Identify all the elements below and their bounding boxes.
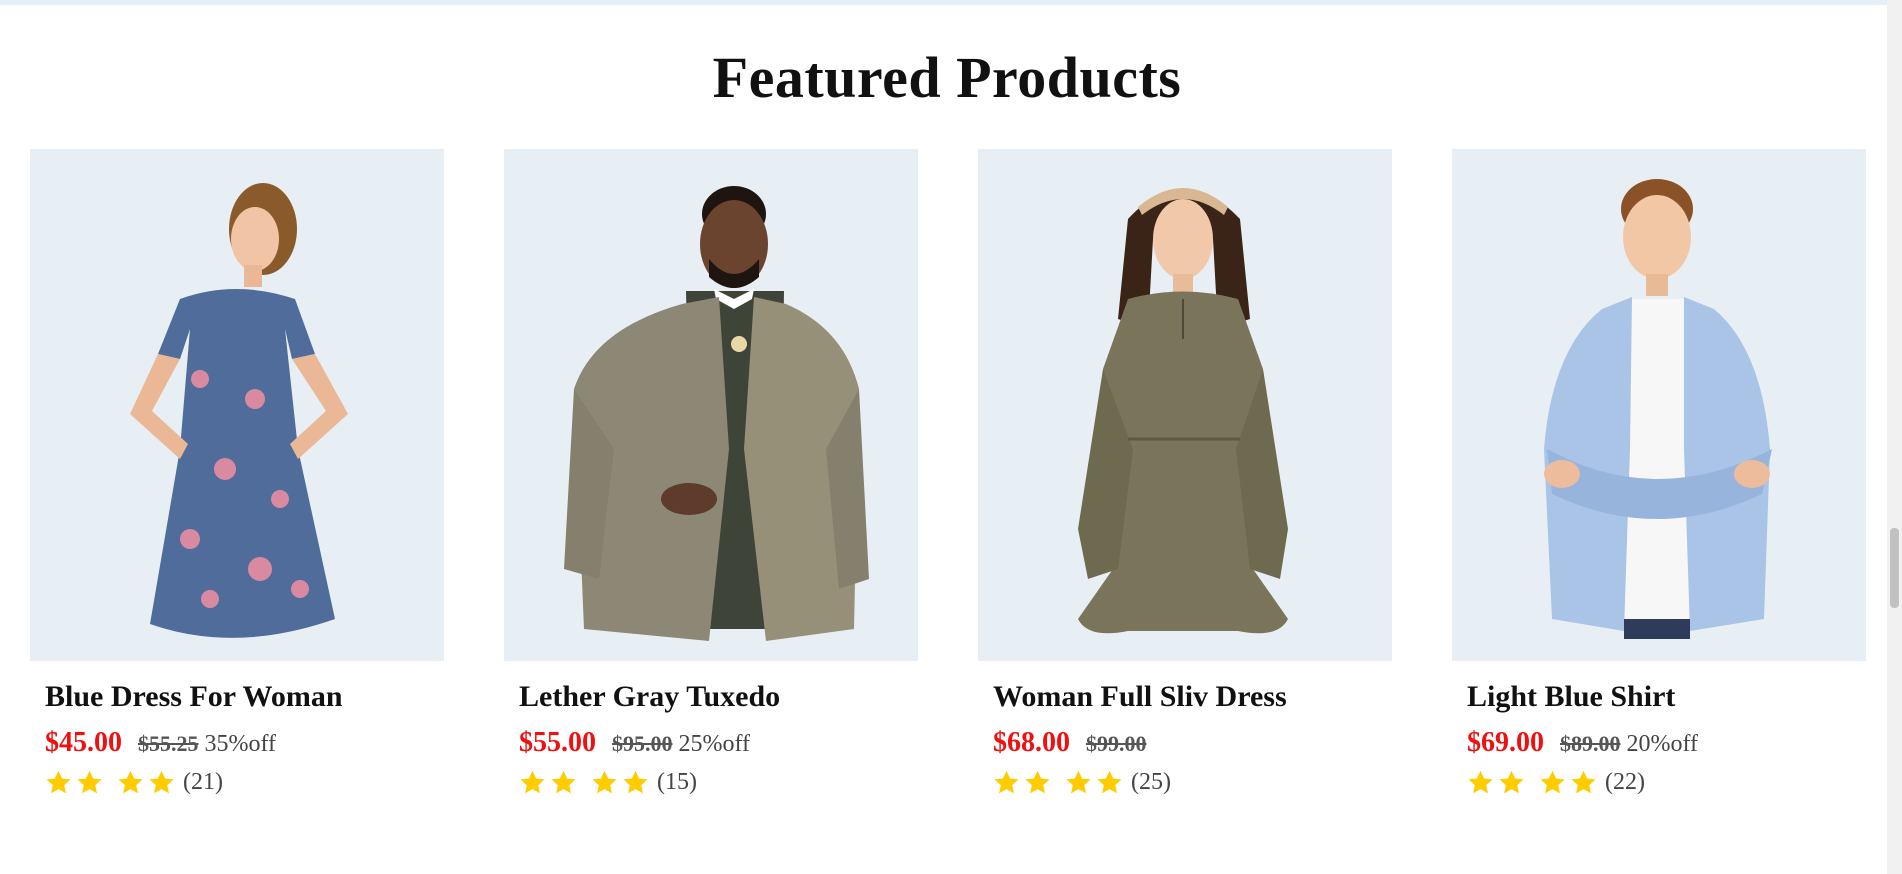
sale-price: $69.00 [1467,727,1544,758]
star-icon [149,770,174,794]
product-grid: Blue Dress For Woman $45.00 $55.25 35%of… [30,149,1866,796]
star-rating [1467,769,1597,796]
product-card[interactable]: Light Blue Shirt $69.00 $89.00 20%off (2… [1452,149,1866,796]
rating-row: (15) [519,769,903,796]
rating-row: (25) [993,769,1377,796]
woman-floral-dress-photo [130,183,348,638]
star-icon [994,770,1019,794]
discount-label: 25%off [678,731,751,757]
star-icon [623,770,648,794]
product-image[interactable] [504,149,918,661]
star-icon [77,770,102,794]
product-name[interactable]: Lether Gray Tuxedo [519,679,903,715]
star-rating [993,769,1123,796]
star-icon [118,770,143,794]
product-card[interactable]: Lether Gray Tuxedo $55.00 $95.00 25%off … [504,149,918,796]
product-image[interactable] [1452,149,1866,661]
section-title: Featured Products [712,45,1182,110]
original-price: $99.00 [1086,731,1147,756]
product-image[interactable] [978,149,1392,661]
star-icon [592,770,617,794]
review-count: (25) [1131,769,1171,795]
product-name[interactable]: Light Blue Shirt [1467,679,1851,715]
product-card[interactable]: Woman Full Sliv Dress $68.00 $99.00 (25) [978,149,1392,796]
original-price: $95.00 [612,731,673,756]
product-name[interactable]: Blue Dress For Woman [45,679,429,715]
discount-label: 35%off [204,731,277,757]
star-icon [1499,770,1524,794]
product-name[interactable]: Woman Full Sliv Dress [993,679,1377,715]
product-image[interactable] [30,149,444,661]
woman-olive-dress-photo [1078,188,1288,634]
star-icon [1066,770,1091,794]
review-count: (22) [1605,769,1645,795]
featured-products-section: Featured Products Blue Dress For Woman $… [0,0,1887,874]
sale-price: $68.00 [993,727,1070,758]
price-row: $55.00 $95.00 25%off [519,727,903,759]
price-row: $45.00 $55.25 35%off [45,727,429,759]
vertical-scrollbar[interactable] [1887,0,1902,874]
review-count: (15) [657,769,697,795]
boy-blue-shirt-photo [1544,179,1772,639]
original-price: $89.00 [1560,731,1621,756]
sale-price: $45.00 [45,727,122,758]
star-rating [45,769,175,796]
review-count: (21) [183,769,223,795]
star-icon [1540,770,1565,794]
sale-price: $55.00 [519,727,596,758]
discount-label: 20%off [1626,731,1699,757]
star-icon [1097,770,1122,794]
rating-row: (21) [45,769,429,796]
scrollbar-thumb[interactable] [1890,528,1899,608]
star-icon [520,770,545,794]
star-icon [1025,770,1050,794]
price-row: $69.00 $89.00 20%off [1467,727,1851,759]
man-tweed-jacket-photo [564,186,869,641]
price-row: $68.00 $99.00 [993,727,1377,759]
star-icon [551,770,576,794]
rating-row: (22) [1467,769,1851,796]
star-icon [1571,770,1596,794]
star-icon [46,770,71,794]
original-price: $55.25 [138,731,199,756]
star-icon [1468,770,1493,794]
star-rating [519,769,649,796]
product-card[interactable]: Blue Dress For Woman $45.00 $55.25 35%of… [30,149,444,796]
